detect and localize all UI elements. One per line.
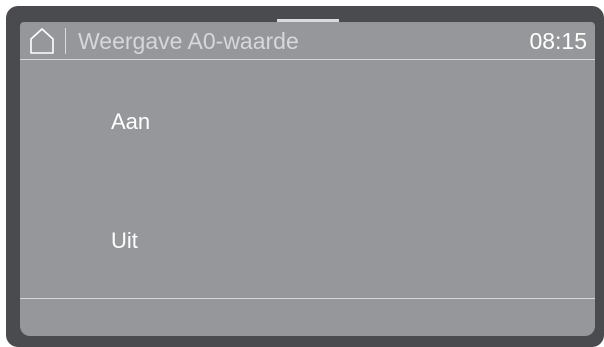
header-bar: Weergave A0-waarde 08:15 — [20, 22, 595, 58]
page-title: Weergave A0-waarde — [78, 28, 299, 54]
home-icon — [30, 28, 54, 54]
scroll-indicator — [277, 19, 339, 22]
footer-divider — [20, 298, 595, 299]
option-label: Uit — [111, 228, 138, 253]
option-aan[interactable]: Aan — [20, 92, 595, 152]
header-divider — [20, 59, 595, 60]
display-screen: Weergave A0-waarde 08:15 Aan Uit — [20, 22, 595, 336]
clock-display: 08:15 — [529, 28, 587, 54]
home-button[interactable] — [29, 27, 55, 55]
header-separator — [65, 28, 66, 54]
option-uit[interactable]: Uit — [20, 211, 595, 271]
option-label: Aan — [111, 109, 151, 134]
